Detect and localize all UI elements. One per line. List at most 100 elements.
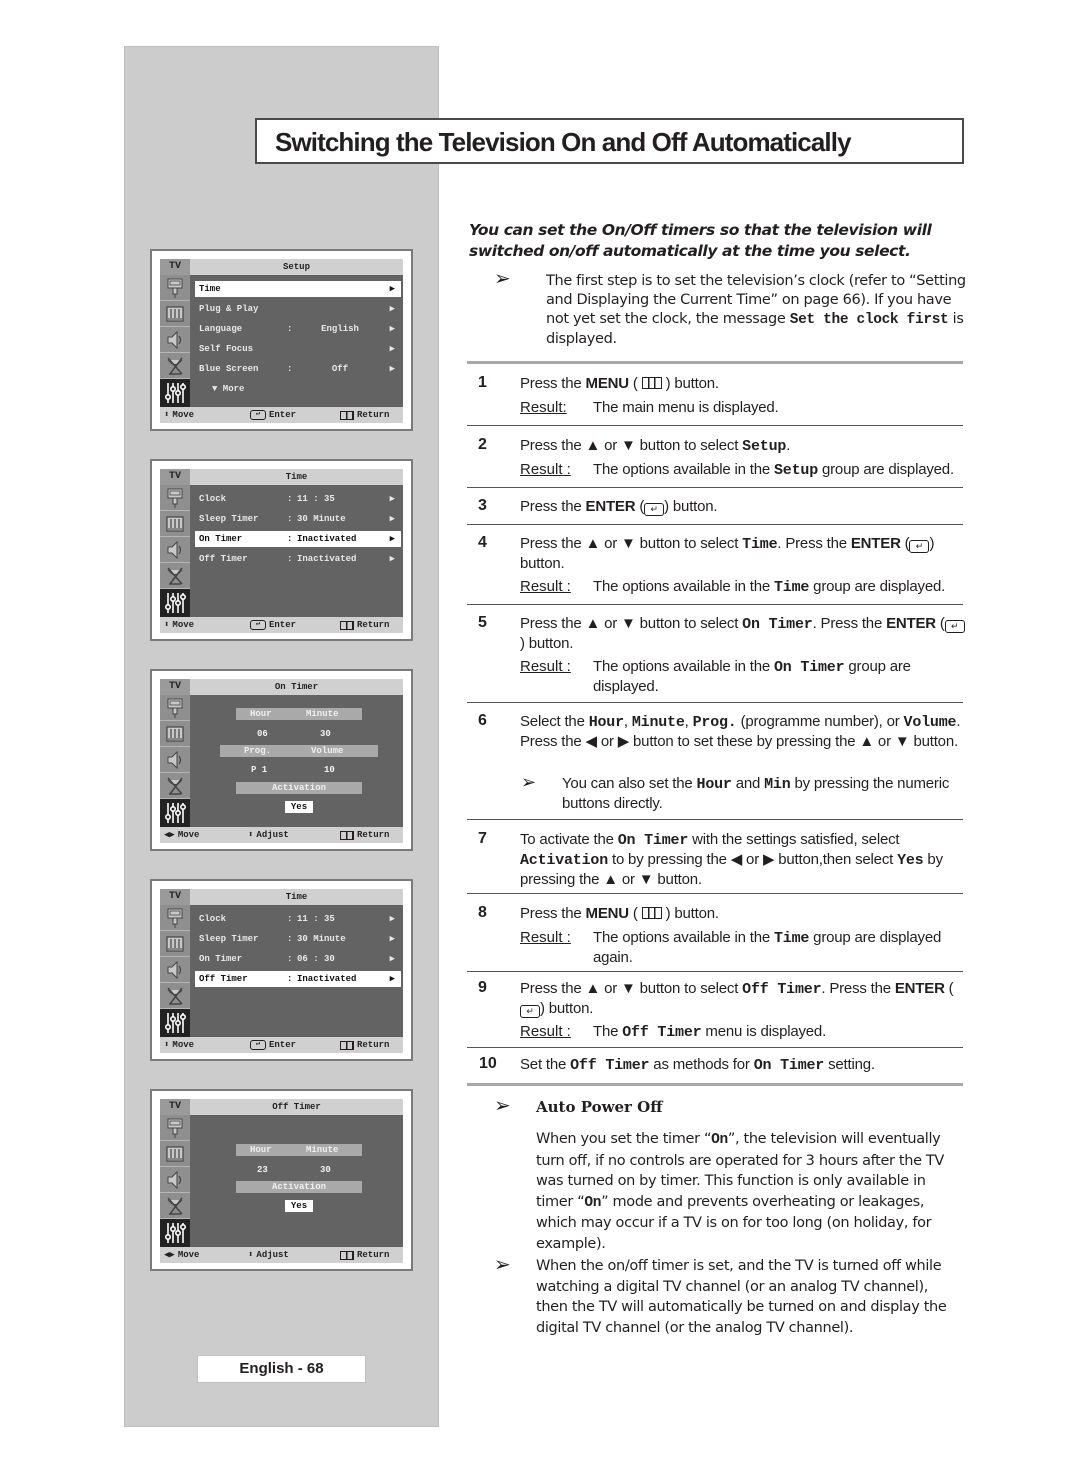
step-10-text: Set the Off Timer as methods for On Time…	[520, 1056, 875, 1074]
divider	[467, 1083, 963, 1086]
step-6-text: Select the Hour, Minute, Prog. (programm…	[520, 713, 961, 750]
menu-item-on-timer[interactable]: On Timer : 06 : 30 ▶	[195, 951, 401, 967]
menu-item-sleep-timer[interactable]: Sleep Timer : 30 Minute ▶	[195, 511, 401, 527]
result-label: Result :	[520, 1023, 571, 1040]
sound-icon	[160, 957, 190, 983]
menu-item-on-timer[interactable]: On Timer : Inactivated ▶	[195, 531, 401, 547]
menu-item-clock[interactable]: Clock : 11 : 35 ▶	[195, 491, 401, 507]
arrow-right-icon: ▶	[389, 534, 395, 544]
menu-icon	[340, 620, 354, 630]
page-number: English - 68	[197, 1355, 366, 1383]
step-4-result: The options available in the Time group …	[593, 578, 946, 596]
tv-label: TV	[160, 889, 190, 905]
minute-value[interactable]: 30	[320, 1165, 331, 1175]
tv-sidebar	[160, 905, 190, 1037]
step-number: 9	[478, 979, 487, 996]
enter-icon: ↵	[250, 410, 266, 420]
menu-title: On Timer	[274, 682, 319, 692]
step-number: 4	[478, 534, 487, 551]
tv-sidebar	[160, 695, 190, 827]
arrow-right-icon: ▶	[389, 954, 395, 964]
menu-item-off-timer[interactable]: Off Timer : Inactivated ▶	[195, 551, 401, 567]
result-label: Result :	[520, 658, 571, 675]
menu-item-off-timer[interactable]: Off Timer : Inactivated ▶	[195, 971, 401, 987]
menu-item-clock[interactable]: Clock : 11 : 35 ▶	[195, 911, 401, 927]
menu-item-sleep-timer[interactable]: Sleep Timer : 30 Minute ▶	[195, 931, 401, 947]
menu-icon	[340, 830, 354, 840]
result-label: Result :	[520, 929, 571, 946]
menu-icon	[641, 377, 662, 389]
activation-header: Activation	[236, 1181, 362, 1193]
tv-header: TV Time	[160, 889, 403, 905]
intro-text: You can set the On/Off timers so that th…	[469, 221, 932, 260]
tv-sidebar	[160, 1115, 190, 1247]
divider	[467, 893, 963, 894]
hour-value[interactable]: 06	[257, 729, 268, 739]
auto-power-off-heading: Auto Power Off	[536, 1098, 663, 1116]
step-8-text: Press the MENU ( ) button.	[520, 905, 719, 922]
activation-value[interactable]: Yes	[285, 801, 313, 813]
tv-sidebar	[160, 275, 190, 407]
activation-value[interactable]: Yes	[285, 1200, 313, 1212]
sound-icon	[160, 327, 190, 353]
divider	[467, 1047, 963, 1048]
tv-sidebar	[160, 485, 190, 617]
step-2-result: The options available in the Setup group…	[593, 461, 954, 479]
channel-icon	[160, 563, 190, 589]
input-icon	[160, 695, 190, 721]
note-arrow-icon: ➢	[494, 1095, 511, 1117]
menu-icon	[340, 410, 354, 420]
picture-icon	[160, 1141, 190, 1167]
hour-value[interactable]: 23	[257, 1165, 268, 1175]
sound-icon	[160, 1167, 190, 1193]
up-down-icon: ⬍	[248, 830, 254, 840]
menu-item-language[interactable]: Language : English ▶	[195, 321, 401, 337]
menu-item-plug-play[interactable]: Plug & Play ▶	[195, 301, 401, 317]
more-item[interactable]: ▼ More	[212, 384, 244, 394]
up-down-icon: ⬍	[164, 620, 170, 630]
minute-value[interactable]: 30	[320, 729, 331, 739]
step-9-text: Press the ▲ or ▼ button to select Off Ti…	[520, 980, 954, 1018]
menu-item-self-focus[interactable]: Self Focus ▶	[195, 341, 401, 357]
activation-header: Activation	[236, 782, 362, 794]
sound-icon	[160, 537, 190, 563]
step-6-note: You can also set the Hour and Min by pre…	[562, 775, 950, 812]
step-number: 7	[478, 830, 487, 847]
divider	[467, 524, 963, 525]
result-label: Result :	[520, 461, 571, 478]
tv-footer: ⬍ Move ↵ Enter Return	[160, 1037, 403, 1053]
input-icon	[160, 275, 190, 301]
menu-icon	[340, 1040, 354, 1050]
step-number: 8	[478, 904, 487, 921]
channel-icon	[160, 983, 190, 1009]
enter-icon: ↵	[520, 1005, 540, 1018]
enter-icon: ↵	[250, 620, 266, 630]
digital-tv-note: When the on/off timer is set, and the TV…	[536, 1258, 947, 1336]
enter-icon: ↵	[909, 540, 930, 553]
hour-minute-header: Hour Minute	[236, 708, 362, 720]
picture-icon	[160, 511, 190, 537]
input-icon	[160, 905, 190, 931]
menu-item-time[interactable]: Time ▶	[195, 281, 401, 297]
arrow-right-icon: ▶	[389, 554, 395, 564]
divider	[467, 425, 963, 426]
step-1-text: Press the MENU ( ) button.	[520, 375, 719, 392]
clock-note: The first step is to set the television’…	[546, 273, 966, 347]
setup-icon	[160, 589, 190, 617]
volume-value[interactable]: 10	[324, 765, 335, 775]
setup-icon	[160, 1009, 190, 1037]
menu-item-blue-screen[interactable]: Blue Screen : Off ▶	[195, 361, 401, 377]
result-label: Result:	[520, 399, 567, 416]
step-number: 10	[479, 1055, 497, 1072]
tv-label: TV	[160, 1099, 190, 1115]
channel-icon	[160, 773, 190, 799]
divider	[467, 361, 963, 364]
divider	[467, 819, 963, 820]
left-right-icon: ◀▶	[164, 830, 175, 840]
prog-value[interactable]: P 1	[251, 765, 267, 775]
channel-icon	[160, 1193, 190, 1219]
tv-label: TV	[160, 469, 190, 485]
note-arrow-icon: ➢	[494, 268, 511, 290]
tv-header: TV Time	[160, 469, 403, 485]
arrow-right-icon: ▶	[389, 494, 395, 504]
